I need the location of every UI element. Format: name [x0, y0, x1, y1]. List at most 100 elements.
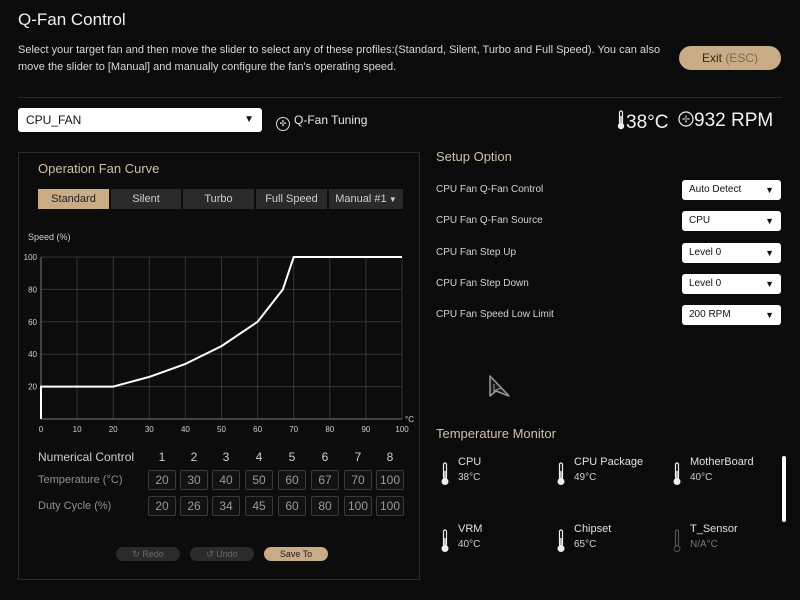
numerical-column-header: 1 — [158, 450, 166, 464]
chevron-down-icon: ▼ — [244, 114, 254, 125]
x-tick-label: 10 — [73, 425, 82, 434]
qfan-tuning-button[interactable]: ✣ Q-Fan Tuning — [276, 113, 367, 131]
sensor-name: MotherBoard — [690, 456, 754, 468]
setup-label-qfan-control: CPU Fan Q-Fan Control — [436, 184, 544, 195]
sensor-value: 65°C — [574, 539, 597, 550]
redo-label: Redo — [142, 549, 164, 559]
step-up-select[interactable]: Level 0 ▼ — [682, 243, 781, 263]
low-limit-value: 200 RPM — [689, 309, 731, 320]
fan-select-dropdown[interactable]: CPU_FAN ▼ — [18, 108, 262, 132]
y-tick-label: 60 — [28, 318, 37, 327]
x-tick-label: 40 — [181, 425, 190, 434]
x-tick-label: 0 — [39, 425, 44, 434]
step-up-value: Level 0 — [689, 247, 722, 258]
tab-standard[interactable]: Standard — [38, 189, 109, 209]
monitor-scrollbar[interactable] — [782, 456, 786, 522]
duty-cycle-point-input[interactable]: 45 — [245, 496, 273, 516]
x-tick-label: 100 — [395, 425, 409, 434]
y-tick-label: 40 — [28, 350, 37, 359]
chevron-down-icon: ▼ — [386, 195, 397, 204]
x-tick-label: 30 — [145, 425, 154, 434]
x-tick-label: 90 — [361, 425, 370, 434]
thermometer-icon — [673, 462, 681, 485]
cpu-temperature-readout: 38°C — [616, 110, 668, 134]
fan-curve-chart[interactable]: 0 10 20 30 40 50 60 70 80 90 100 20 40 60 80 100 °C — [18, 240, 418, 440]
thermometer-icon — [441, 462, 449, 485]
numerical-control-label: Numerical Control — [38, 450, 135, 464]
temperature-point-input[interactable]: 50 — [245, 470, 273, 490]
duty-cycle-row-label: Duty Cycle (%) — [38, 500, 112, 512]
temperature-point-input[interactable]: 67 — [311, 470, 339, 490]
duty-cycle-point-input[interactable]: 80 — [311, 496, 339, 516]
temperature-row-label: Temperature (°C) — [38, 474, 123, 486]
temperature-value: 38°C — [626, 112, 669, 133]
duty-cycle-point-input[interactable]: 26 — [180, 496, 208, 516]
duty-cycle-point-input[interactable]: 100 — [344, 496, 372, 516]
thermometer-icon — [557, 462, 565, 485]
x-axis-ticks: 0 10 20 30 40 50 60 70 80 90 100 — [39, 425, 409, 434]
fan-curve-title: Operation Fan Curve — [38, 161, 160, 176]
exit-button[interactable]: Exit (ESC) — [679, 46, 781, 70]
window-title: Q-Fan Control — [18, 10, 126, 29]
numerical-column-header: 2 — [190, 450, 198, 464]
sensor-name: CPU — [458, 456, 482, 468]
y-tick-label: 20 — [28, 383, 37, 392]
x-tick-label: 80 — [325, 425, 334, 434]
setup-label-low-limit: CPU Fan Speed Low Limit — [436, 309, 554, 320]
step-down-select[interactable]: Level 0 ▼ — [682, 274, 781, 294]
sensor-name: CPU Package — [574, 456, 644, 468]
tab-manual[interactable]: Manual #1 ▼ — [329, 189, 403, 209]
setup-label-step-down: CPU Fan Step Down — [436, 278, 529, 289]
qfan-control-select[interactable]: Auto Detect ▼ — [682, 180, 781, 200]
thermometer-icon — [557, 529, 565, 552]
undo-button[interactable]: ↺ Undo — [190, 547, 254, 561]
duty-cycle-point-input[interactable]: 20 — [148, 496, 176, 516]
qfan-source-select[interactable]: CPU ▼ — [682, 211, 781, 231]
fan-select-value: CPU_FAN — [26, 113, 82, 127]
y-tick-label: 80 — [28, 285, 37, 294]
tab-silent[interactable]: Silent — [111, 189, 181, 209]
exit-shortcut: (ESC) — [725, 51, 759, 65]
rpm-value: 932 RPM — [694, 110, 774, 131]
save-to-button[interactable]: Save To — [264, 547, 328, 561]
sensor-name: T_Sensor — [690, 523, 738, 535]
duty-cycle-point-input[interactable]: 60 — [278, 496, 306, 516]
x-axis-unit: °C — [405, 415, 414, 424]
sensor-name: VRM — [458, 523, 483, 535]
chevron-down-icon: ▼ — [765, 310, 774, 320]
temperature-point-input[interactable]: 40 — [212, 470, 240, 490]
fan-tuning-icon: ✣ — [276, 117, 290, 131]
header-divider — [18, 97, 782, 98]
temperature-point-input[interactable]: 70 — [344, 470, 372, 490]
temperature-point-input[interactable]: 30 — [180, 470, 208, 490]
tab-turbo[interactable]: Turbo — [183, 189, 254, 209]
x-tick-label: 70 — [289, 425, 298, 434]
numerical-column-header: 8 — [386, 450, 394, 464]
tab-manual-label: Manual #1 — [335, 193, 387, 205]
duty-cycle-point-input[interactable]: 100 — [376, 496, 404, 516]
exit-label: Exit — [701, 51, 722, 65]
setup-label-step-up: CPU Fan Step Up — [436, 247, 517, 258]
setup-label-qfan-source: CPU Fan Q-Fan Source — [436, 215, 543, 226]
low-limit-select[interactable]: 200 RPM ▼ — [682, 305, 781, 325]
mouse-cursor-icon — [489, 375, 510, 397]
chart-grid — [41, 256, 403, 419]
temperature-point-input[interactable]: 20 — [148, 470, 176, 490]
undo-icon: ↺ — [206, 549, 217, 559]
numerical-column-header: 6 — [321, 450, 329, 464]
x-tick-label: 20 — [109, 425, 118, 434]
chevron-down-icon: ▼ — [765, 248, 774, 258]
thermometer-icon — [441, 529, 449, 552]
sensor-value: 40°C — [458, 539, 481, 550]
fan-rpm-readout: 932 RPM — [678, 110, 773, 132]
qfan-control-value: Auto Detect — [689, 184, 742, 195]
description-text: Select your target fan and then move the… — [18, 44, 661, 73]
step-down-value: Level 0 — [689, 278, 722, 289]
numerical-column-header: 3 — [222, 450, 230, 464]
tab-full-speed[interactable]: Full Speed — [256, 189, 327, 209]
temperature-point-input[interactable]: 60 — [278, 470, 306, 490]
temperature-point-input[interactable]: 100 — [376, 470, 404, 490]
numerical-column-header: 7 — [354, 450, 362, 464]
duty-cycle-point-input[interactable]: 34 — [212, 496, 240, 516]
redo-button[interactable]: ↻ Redo — [116, 547, 180, 561]
